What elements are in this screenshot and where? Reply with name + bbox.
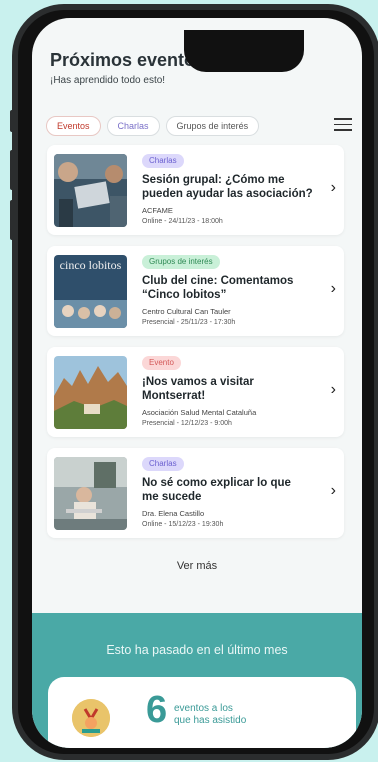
side-button: [10, 110, 14, 132]
event-tag: Charlas: [142, 457, 184, 471]
filter-eventos[interactable]: Eventos: [46, 116, 101, 136]
event-organizer: Asociación Salud Mental Cataluña: [142, 408, 257, 417]
event-title: No sé como explicar lo que me sucede: [142, 477, 291, 503]
chevron-right-icon[interactable]: ›: [331, 482, 336, 500]
page-title: Próximos eventos: [50, 50, 206, 70]
event-image: [54, 154, 127, 227]
phone-notch: [184, 30, 304, 72]
attended-count: 6: [146, 689, 168, 731]
filter-charlas[interactable]: Charlas: [106, 116, 160, 136]
side-button: [10, 150, 14, 190]
app-screen: Próximos eventos ¡Has aprendido todo est…: [32, 18, 362, 748]
event-tag: Grupos de interés: [142, 255, 220, 269]
event-card[interactable]: Charlas No sé como explicar lo que me su…: [47, 448, 344, 538]
event-title: ¡Nos vamos a visitar Montserrat!: [142, 376, 254, 402]
event-title: Sesión grupal: ¿Cómo me pueden ayudar la…: [142, 174, 313, 200]
event-organizer: Dra. Elena Castillo: [142, 509, 205, 518]
filter-chips: Eventos Charlas Grupos de interés: [46, 116, 260, 136]
event-date: Presencial - 25/11/23 - 17:30h: [142, 319, 236, 326]
page-subtitle: ¡Has aprendido todo esto!: [50, 75, 166, 86]
event-organizer: Centro Cultural Can Tauler: [142, 307, 231, 316]
summary-heading: Esto ha pasado en el último mes: [106, 643, 288, 657]
event-tag: Charlas: [142, 154, 184, 168]
event-date: Presencial - 12/12/23 - 9:00h: [142, 420, 232, 427]
medal-icon: [72, 699, 110, 737]
attended-label-line2: que has asistido: [174, 715, 247, 726]
attended-stat-card: 6 eventos a los que has asistido: [48, 677, 356, 748]
event-tag: Evento: [142, 356, 181, 370]
event-card[interactable]: cinco lobitos Grupos de interés Club del…: [47, 246, 344, 336]
chevron-right-icon[interactable]: ›: [331, 179, 336, 197]
chevron-right-icon[interactable]: ›: [331, 381, 336, 399]
event-date: Online - 24/11/23 - 18:00h: [142, 218, 223, 225]
event-image: [54, 457, 127, 530]
see-more-link[interactable]: Ver más: [32, 560, 362, 572]
event-date: Online - 15/12/23 - 19:30h: [142, 521, 224, 528]
poster-title: cinco lobitos: [59, 258, 122, 272]
event-title: Club del cine: Comentamos “Cinco lobitos…: [142, 275, 294, 301]
summary-section: Esto ha pasado en el último mes 6 evento…: [32, 613, 362, 748]
filter-grupos[interactable]: Grupos de interés: [165, 116, 260, 136]
event-organizer: ACFAME: [142, 206, 173, 215]
event-poster: cinco lobitos: [54, 255, 127, 328]
hamburger-menu-icon[interactable]: [334, 118, 352, 132]
event-card[interactable]: Charlas Sesión grupal: ¿Cómo me pueden a…: [47, 145, 344, 235]
chevron-right-icon[interactable]: ›: [331, 280, 336, 298]
side-button: [10, 200, 14, 240]
event-card[interactable]: Evento ¡Nos vamos a visitar Montserrat! …: [47, 347, 344, 437]
attended-label-line1: eventos a los: [174, 703, 233, 714]
event-image: [54, 356, 127, 429]
attended-label: eventos a los que has asistido: [174, 703, 246, 727]
